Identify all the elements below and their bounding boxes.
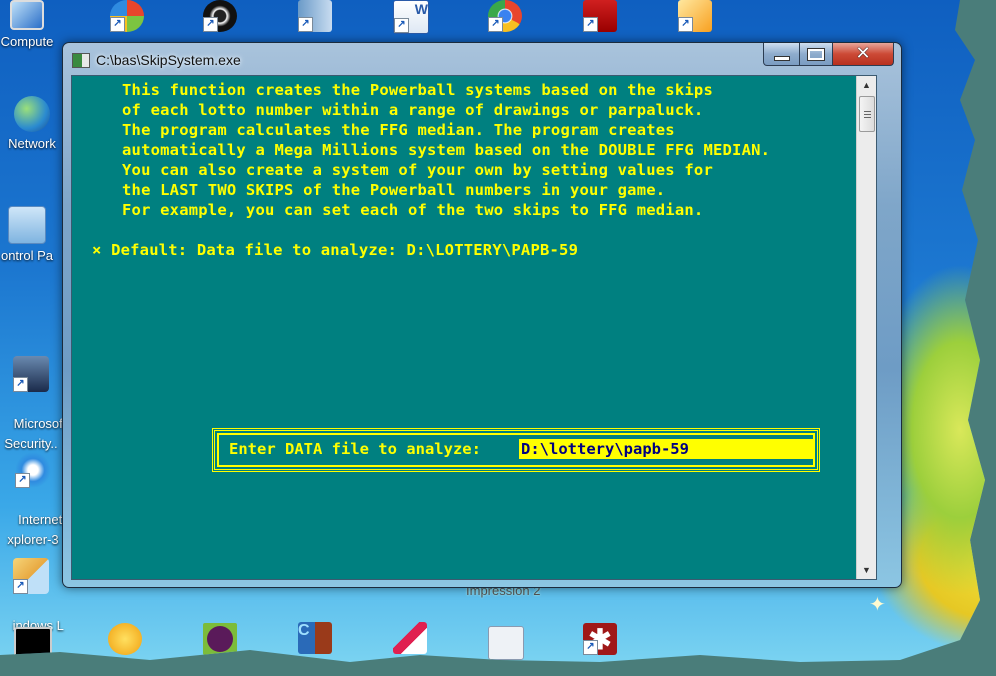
- shortcut-arrow-icon: ↗: [583, 17, 598, 32]
- close-icon: ✕: [855, 43, 871, 64]
- description-line: the LAST TWO SKIPS of the Powerball numb…: [122, 181, 666, 199]
- desktop-icon-window-app[interactable]: [488, 626, 528, 660]
- lock-icon: [203, 623, 237, 655]
- description-line: This function creates the Powerball syst…: [122, 81, 713, 99]
- maximize-button[interactable]: [799, 43, 833, 66]
- grip-line: [863, 113, 871, 115]
- shortcut-arrow-icon: ↗: [488, 17, 503, 32]
- castle-security-icon: ↗: [13, 356, 49, 392]
- window-icon: [488, 626, 524, 660]
- desktop-icon-asterisk-app[interactable]: ✱ ↗: [583, 623, 623, 657]
- c-app-icon: C: [298, 622, 332, 654]
- desktop-icon-control-panel[interactable]: ontrol Pa: [0, 206, 62, 266]
- desktop-icon-command-prompt[interactable]: [14, 627, 54, 662]
- shortcut-arrow-icon: ↗: [394, 18, 409, 33]
- network-globe-icon: [14, 96, 50, 132]
- file-input-label: Enter DATA file to analyze:: [229, 440, 481, 458]
- desktop-icon-acrobat[interactable]: ↗: [583, 0, 623, 34]
- terminal-icon: [14, 627, 52, 662]
- close-button[interactable]: ✕: [832, 43, 894, 66]
- scroll-thumb[interactable]: [859, 96, 875, 132]
- desktop-icon-image-tool[interactable]: ↗: [678, 0, 718, 34]
- media-player-icon: ↗: [203, 0, 237, 32]
- word-icon: W ↗: [393, 0, 429, 34]
- sparkle-decoration-icon: ✦: [869, 594, 886, 616]
- desktop-icon-document-viewer[interactable]: ↗: [298, 0, 338, 34]
- desktop-icon-c-app[interactable]: C: [298, 622, 338, 656]
- vertical-scrollbar[interactable]: ▲ ▼: [856, 76, 876, 579]
- description-line: of each lotto number within a range of d…: [122, 101, 704, 119]
- desktop-icon-word[interactable]: W ↗: [393, 0, 433, 34]
- description-line: You can also create a system of your own…: [122, 161, 713, 179]
- desktop-icon-paint-tool[interactable]: [393, 622, 433, 656]
- shortcut-arrow-icon: ↗: [298, 17, 313, 32]
- minimize-button[interactable]: [763, 43, 800, 66]
- windows-logo-icon: ↗: [110, 0, 144, 32]
- file-input-dialog: Enter DATA file to analyze:: [212, 428, 820, 472]
- description-line: For example, you can set each of the two…: [122, 201, 704, 219]
- shortcut-arrow-icon: ↗: [15, 473, 30, 488]
- shortcut-arrow-icon: ↗: [110, 17, 125, 32]
- desktop-icon-label: ontrol Pa: [0, 248, 54, 263]
- shortcut-arrow-icon: ↗: [203, 17, 218, 32]
- scroll-up-button[interactable]: ▲: [857, 76, 876, 94]
- app-icon: [72, 53, 90, 68]
- control-panel-icon: [8, 206, 46, 244]
- console-area[interactable]: This function creates the Powerball syst…: [71, 75, 877, 580]
- document-icon: ↗: [298, 0, 332, 32]
- acrobat-icon: ↗: [583, 0, 617, 32]
- scroll-down-icon: ▼: [862, 565, 871, 575]
- brush-icon: [393, 622, 427, 654]
- desktop-icon-security-app[interactable]: [203, 623, 243, 657]
- minimize-icon: [773, 55, 790, 61]
- shortcut-arrow-icon: ↗: [583, 640, 598, 655]
- gears-icon: [108, 623, 142, 655]
- console-text: This function creates the Powerball syst…: [72, 76, 876, 579]
- window-title: C:\bas\SkipSystem.exe: [96, 52, 241, 68]
- grip-line: [863, 116, 871, 118]
- desktop-icon-settings[interactable]: [108, 623, 148, 657]
- mail-icon: ↗: [13, 558, 49, 594]
- description-line: The program calculates the FFG median. T…: [122, 121, 675, 139]
- maximize-icon: [807, 47, 825, 61]
- grip-line: [863, 110, 871, 112]
- window-titlebar[interactable]: C:\bas\SkipSystem.exe ✕: [63, 43, 901, 75]
- desktop-icon-computer[interactable]: Compute: [0, 0, 62, 52]
- shortcut-arrow-icon: ↗: [13, 377, 28, 392]
- scroll-down-button[interactable]: ▼: [857, 561, 876, 579]
- data-file-input[interactable]: [519, 439, 813, 459]
- desktop-icon-network[interactable]: Network: [0, 96, 67, 154]
- scroll-up-icon: ▲: [862, 80, 871, 90]
- description-line: automatically a Mega Millions system bas…: [122, 141, 771, 159]
- desktop-icon-label: Compute: [0, 34, 54, 49]
- chrome-icon: ↗: [488, 0, 522, 32]
- console-window[interactable]: C:\bas\SkipSystem.exe ✕ This function cr…: [62, 42, 902, 588]
- computer-icon: [10, 0, 44, 30]
- shortcut-arrow-icon: ↗: [678, 17, 693, 32]
- asterisk-icon: ✱ ↗: [583, 623, 617, 655]
- image-icon: ↗: [678, 0, 712, 32]
- internet-explorer-icon: ↗: [15, 452, 51, 488]
- shortcut-arrow-icon: ↗: [13, 579, 28, 594]
- desktop-icon-label: Network: [8, 136, 56, 151]
- desktop-icon-chrome[interactable]: ↗: [488, 0, 528, 34]
- desktop-icon-windows[interactable]: ↗: [110, 0, 150, 34]
- desktop-icon-media-player[interactable]: ↗: [203, 0, 243, 34]
- default-file-line: × Default: Data file to analyze: D:\LOTT…: [92, 241, 579, 259]
